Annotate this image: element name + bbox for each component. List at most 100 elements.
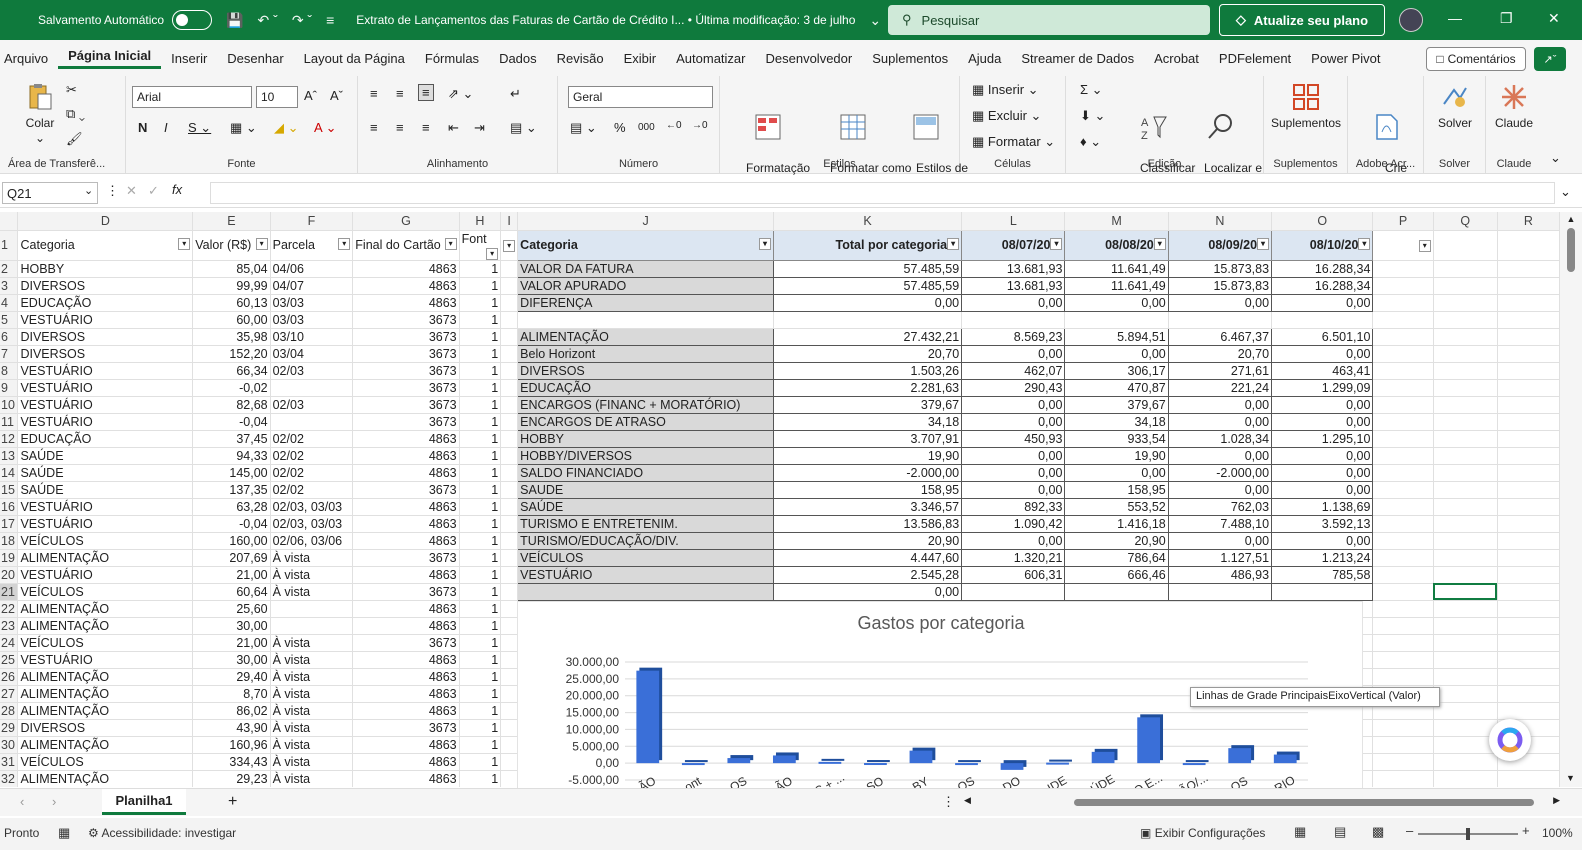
cell[interactable]: 29,23 — [192, 770, 271, 787]
row-header[interactable]: 2 — [0, 260, 19, 278]
pivot-row-label[interactable]: Belo Horizont — [517, 345, 774, 363]
pivot-value[interactable]: 0,00 — [1271, 345, 1374, 363]
cell[interactable] — [1433, 753, 1498, 771]
cell[interactable]: 4863 — [352, 668, 460, 686]
cell[interactable]: 3673 — [352, 362, 460, 380]
grow-font-icon[interactable]: Aˆ — [304, 88, 317, 103]
cell[interactable] — [1433, 566, 1498, 584]
pivot-value[interactable]: 8.569,23 — [961, 328, 1066, 346]
cell[interactable] — [1497, 311, 1560, 329]
cell[interactable]: 4863 — [352, 260, 460, 278]
cell[interactable]: -0,04 — [192, 413, 271, 431]
cell[interactable]: VESTUÁRIO — [17, 311, 194, 329]
row-header[interactable]: 17 — [0, 515, 19, 533]
cell[interactable] — [500, 447, 519, 465]
pivot-value[interactable]: 290,43 — [961, 379, 1066, 397]
pivot-value[interactable]: 0,00 — [961, 532, 1066, 550]
cell[interactable]: VESTUÁRIO — [17, 498, 194, 516]
column-header[interactable]: O — [1271, 212, 1374, 231]
cell[interactable] — [1372, 260, 1434, 278]
formula-input[interactable] — [210, 182, 1555, 204]
cell[interactable] — [500, 532, 519, 550]
pivot-value[interactable]: 3.346,57 — [773, 498, 963, 516]
cell[interactable] — [500, 345, 519, 363]
cell[interactable] — [773, 311, 963, 329]
cell[interactable] — [1372, 328, 1434, 346]
merge-center-icon[interactable]: ▤ ⌄ — [510, 120, 537, 136]
pivot-header-cell[interactable]: Categoria ▾ — [517, 229, 774, 261]
left-header-cell[interactable]: Valor (R$) ▾ — [192, 230, 271, 261]
cell[interactable] — [1497, 464, 1560, 482]
left-header-cell[interactable]: Parcela ▾ — [270, 230, 354, 261]
close-icon[interactable]: ✕ — [1548, 10, 1560, 27]
cell[interactable]: 1 — [459, 277, 502, 295]
wrap-text-icon[interactable]: ↵ — [510, 86, 521, 102]
pivot-header-cell[interactable]: Total por categoria ▾ — [772, 229, 963, 261]
bar[interactable] — [1182, 763, 1206, 766]
cell[interactable]: À vista — [270, 651, 354, 669]
cell[interactable]: VEÍCULOS — [17, 753, 194, 771]
cell[interactable] — [1433, 464, 1498, 482]
cell[interactable] — [1433, 362, 1498, 380]
pivot-value[interactable]: 0,00 — [961, 464, 1066, 482]
filter-dropdown-icon[interactable]: ▾ — [1358, 238, 1371, 250]
column-header[interactable]: L — [961, 212, 1066, 231]
paste-button[interactable]: Colar ⌄ — [18, 82, 62, 146]
pivot-value[interactable]: -2.000,00 — [1168, 464, 1273, 482]
fill-icon[interactable]: ⬇ ⌄ — [1080, 108, 1105, 124]
cell[interactable]: À vista — [270, 719, 354, 737]
row-header[interactable]: 16 — [0, 498, 19, 516]
autosave-toggle[interactable] — [172, 10, 213, 30]
pivot-row-label[interactable]: TURISMO E ENTRETENIM. — [517, 515, 774, 533]
cell[interactable]: 1 — [459, 362, 502, 380]
pivot-header-cell[interactable]: 08/09/20 ▾ — [1167, 229, 1273, 261]
pivot-value[interactable]: 34,18 — [1064, 413, 1169, 431]
expand-formula-icon[interactable]: ⌄ — [1560, 184, 1571, 200]
pivot-row-label[interactable]: ENCARGOS DE ATRASO — [517, 413, 774, 431]
cell[interactable]: 4863 — [352, 770, 460, 787]
cell[interactable]: 4863 — [352, 498, 460, 516]
pivot-value[interactable]: 57.485,59 — [773, 277, 963, 295]
row-header[interactable]: 9 — [0, 379, 19, 397]
chevron-down-icon[interactable]: ⌄ — [84, 184, 93, 197]
addins-button[interactable]: Suplementos — [1268, 82, 1344, 131]
column-header[interactable]: P — [1372, 212, 1434, 231]
cell[interactable]: 1 — [459, 294, 502, 312]
pivot-value[interactable]: 1.213,24 — [1271, 549, 1374, 567]
cut-icon[interactable]: ✂ — [66, 82, 77, 98]
column-header[interactable]: G — [352, 212, 460, 231]
select-all-corner[interactable] — [0, 212, 19, 231]
row-header[interactable]: 31 — [0, 753, 19, 771]
page-layout-icon[interactable]: ▤ — [1334, 824, 1346, 840]
cell[interactable] — [1497, 702, 1560, 720]
pivot-row-label[interactable]: VALOR APURADO — [517, 277, 774, 295]
cell[interactable] — [1497, 549, 1560, 567]
row-header[interactable]: 4 — [0, 294, 19, 312]
cell[interactable] — [1372, 566, 1434, 584]
share-button[interactable]: ↗ˇ — [1534, 47, 1566, 71]
left-header-cell[interactable]: Font ▾ — [459, 230, 502, 261]
pivot-value[interactable]: 0,00 — [773, 583, 963, 601]
cell[interactable] — [500, 566, 519, 584]
filter-dropdown-icon[interactable]: ▾ — [947, 238, 960, 250]
cell[interactable] — [1372, 719, 1434, 737]
cell[interactable]: 94,33 — [192, 447, 271, 465]
cell[interactable] — [500, 481, 519, 499]
cell[interactable]: 1 — [459, 311, 502, 329]
cell[interactable] — [500, 702, 519, 720]
column-header[interactable]: K — [773, 212, 963, 231]
cell[interactable] — [1497, 277, 1560, 295]
cell[interactable] — [500, 634, 519, 652]
bold-icon[interactable]: N — [138, 120, 147, 135]
cell[interactable]: EDUCAÇÃO — [17, 294, 194, 312]
cell[interactable]: VEÍCULOS — [17, 634, 194, 652]
cell[interactable]: 1 — [459, 532, 502, 550]
cell[interactable] — [1433, 549, 1498, 567]
cell[interactable]: À vista — [270, 770, 354, 787]
pivot-value[interactable]: 0,00 — [1271, 413, 1374, 431]
cell[interactable]: 02/03 — [270, 362, 354, 380]
comments-button[interactable]: □ Comentários — [1426, 47, 1526, 71]
bar[interactable] — [1091, 751, 1115, 764]
cell[interactable]: 4863 — [352, 294, 460, 312]
cell[interactable]: 137,35 — [192, 481, 271, 499]
